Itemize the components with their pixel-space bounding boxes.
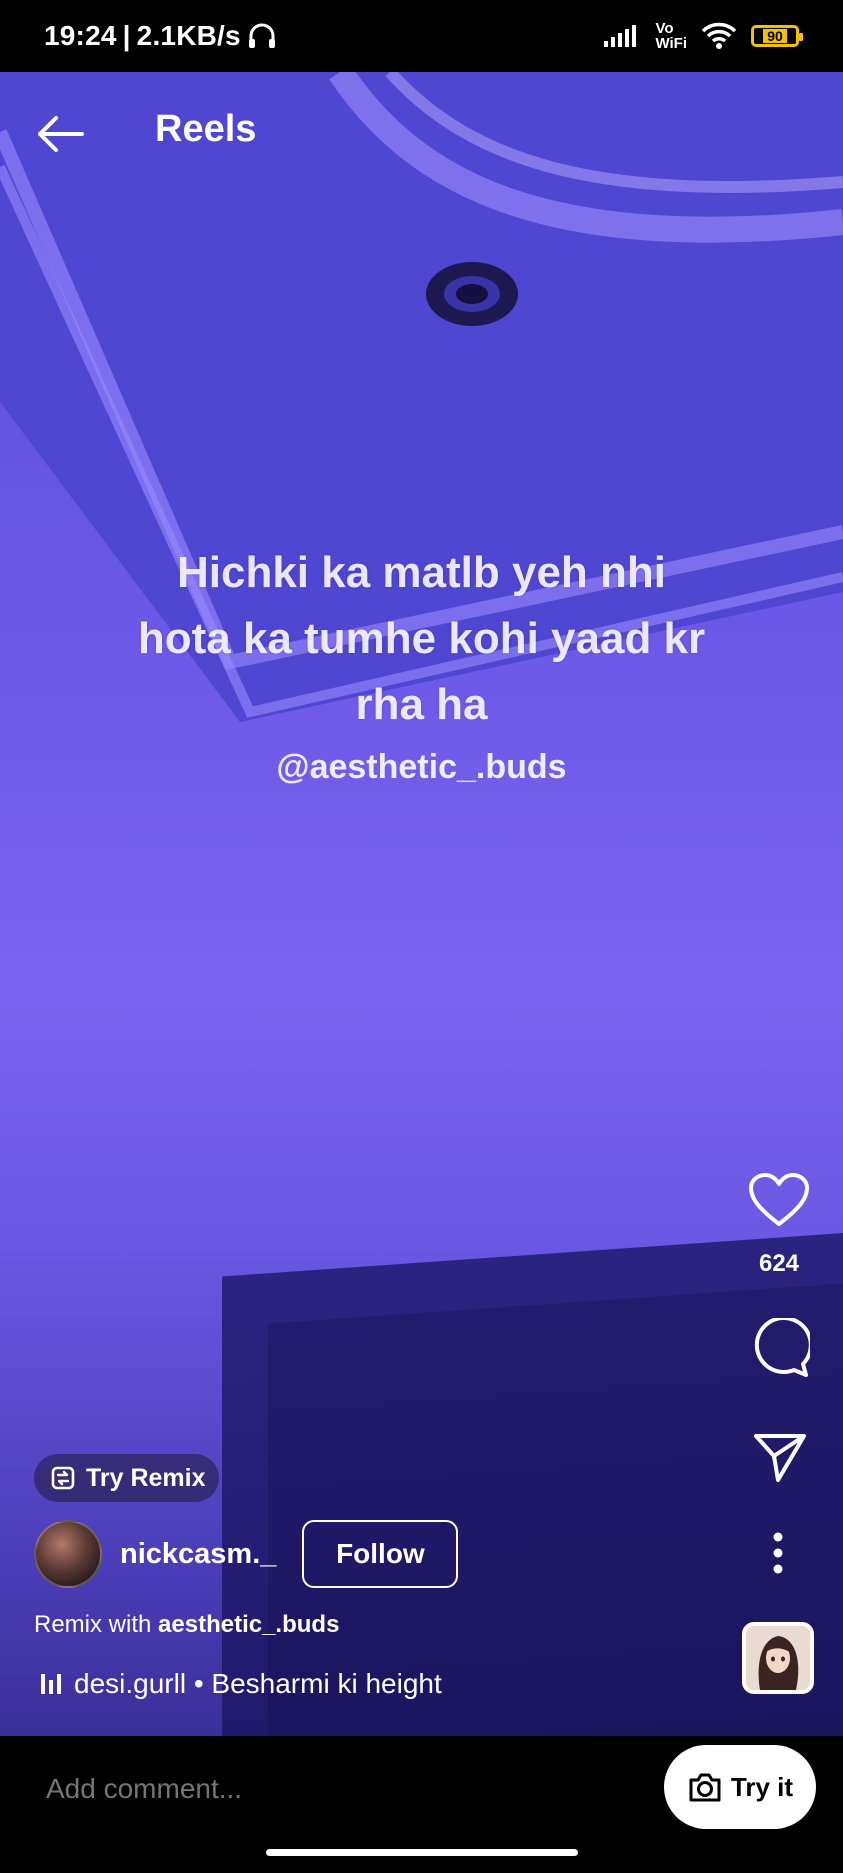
- vowifi-indicator: Vo WiFi: [655, 21, 687, 51]
- wifi-icon: [701, 22, 737, 49]
- try-remix-button[interactable]: Try Remix: [34, 1454, 219, 1502]
- audio-thumbnail[interactable]: [742, 1622, 814, 1694]
- status-bar: 19:24 | 2.1KB/s Vo WiFi 90: [0, 0, 843, 72]
- audio-bars-icon: [41, 1674, 61, 1694]
- camera-icon: [689, 1773, 721, 1802]
- like-count: 624: [758, 1250, 800, 1277]
- status-right: Vo WiFi 90: [603, 21, 803, 51]
- follow-button[interactable]: Follow: [302, 1520, 459, 1588]
- battery-level: 90: [763, 29, 787, 43]
- status-speed: 2.1KB/s: [136, 20, 241, 51]
- status-divider: |: [122, 20, 131, 51]
- remix-user[interactable]: aesthetic_.buds: [158, 1611, 339, 1638]
- arrow-left-icon[interactable]: [34, 114, 86, 154]
- caption-handle: @aesthetic_.buds: [276, 748, 567, 786]
- thumbnail-illustration: [746, 1626, 810, 1690]
- remix-icon: [51, 1466, 75, 1490]
- audio-text: desi.gurll • Besharmi ki height: [74, 1668, 442, 1699]
- vowifi-bottom: WiFi: [655, 35, 687, 52]
- page-title: Reels: [155, 108, 257, 150]
- home-indicator[interactable]: [266, 1849, 578, 1856]
- cellular-signal-icon: [604, 25, 637, 47]
- headphones-icon: [248, 23, 275, 48]
- caption-line-2: hota ka tumhe kohi yaad kr: [137, 614, 706, 663]
- caption-line-1: Hichki ka matlb yeh nhi: [176, 548, 667, 597]
- comment-icon[interactable]: [748, 1318, 810, 1378]
- try-it-button[interactable]: Try it: [664, 1745, 816, 1829]
- try-remix-label: Try Remix: [86, 1463, 206, 1492]
- try-it-label: Try it: [730, 1771, 794, 1802]
- audio-track[interactable]: desi.gurll • Besharmi ki height: [40, 1668, 442, 1700]
- vowifi-top: Vo: [655, 20, 674, 37]
- status-left: 19:24 | 2.1KB/s: [44, 20, 277, 52]
- share-icon[interactable]: [752, 1430, 808, 1484]
- caption-line-3: rha ha: [355, 680, 488, 729]
- avatar[interactable]: [34, 1520, 102, 1588]
- battery-indicator: 90: [751, 25, 803, 47]
- remix-prefix: Remix with: [34, 1611, 152, 1638]
- more-icon[interactable]: [768, 1530, 788, 1576]
- author-row: nickcasm._ Follow: [34, 1520, 459, 1588]
- remix-with-line: Remix with aesthetic_.buds: [34, 1611, 339, 1639]
- comment-input[interactable]: [44, 1772, 528, 1806]
- username[interactable]: nickcasm._: [120, 1538, 276, 1571]
- heart-icon[interactable]: [748, 1172, 810, 1228]
- status-time: 19:24: [44, 20, 117, 51]
- video-caption: Hichki ka matlb yeh nhi hota ka tumhe ko…: [0, 540, 843, 738]
